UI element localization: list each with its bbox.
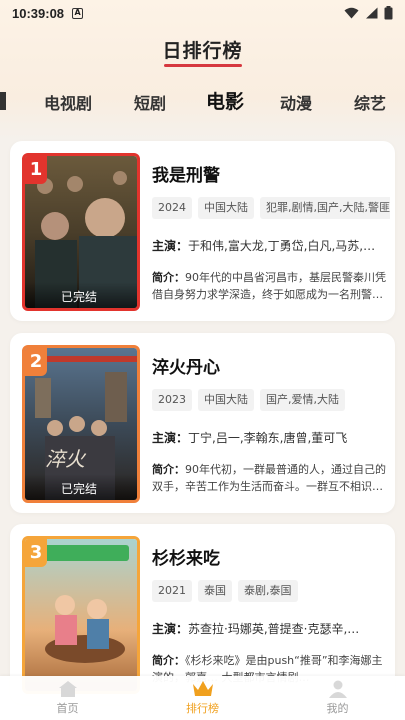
status-indicators <box>344 6 393 20</box>
nav-home[interactable]: 首页 <box>0 676 135 720</box>
item-title[interactable]: 我是刑警 <box>152 161 220 186</box>
rank-badge: 2 <box>25 348 47 376</box>
tag-list: 2021 泰国 泰剧,泰国 <box>152 580 390 602</box>
intro-value: 90年代的中昌省河昌市，基层民警秦川凭借自身努力求学深造，终于如愿成为一名刑警… <box>152 271 386 301</box>
status-badge: 已完结 <box>25 282 137 308</box>
actors: 主演：于和伟,富大龙,丁勇岱,白凡,马苏,… <box>152 237 384 254</box>
wifi-icon <box>344 7 359 19</box>
actors-label: 主演： <box>152 239 189 253</box>
intro-label: 简介： <box>152 654 185 667</box>
list-item[interactable]: 淬火 2 已完结 淬火丹心 2023 中国大陆 国产,爱情,大陆 主演：丁宁,吕… <box>10 333 395 513</box>
home-icon <box>58 681 77 697</box>
tag-year: 2023 <box>152 389 192 411</box>
tag-year: 2024 <box>152 197 192 219</box>
tag-list: 2024 中国大陆 犯罪,剧情,国产,大陆,警匪,悬疑 <box>152 197 390 219</box>
tag-genre: 犯罪,剧情,国产,大陆,警匪,悬疑 <box>260 197 390 219</box>
status-time: 10:39:08 <box>12 5 65 21</box>
intro: 简介：90年代初，一群最普通的人，通过自己的双手，辛苦工作为生活而奋斗。一群互不… <box>152 461 386 495</box>
actors-value: 丁宁,吕一,李翰东,唐曾,董可飞 <box>188 431 348 445</box>
status-badge: 已完结 <box>25 474 137 500</box>
tag-region: 中国大陆 <box>198 389 254 411</box>
svg-text:淬火: 淬火 <box>45 447 87 471</box>
nav-profile[interactable]: 我的 <box>270 676 405 720</box>
tab-scroll-indicator-icon <box>0 92 6 110</box>
tag-genre: 国产,爱情,大陆 <box>260 389 345 411</box>
battery-icon <box>384 6 393 20</box>
actors-label: 主演： <box>152 431 189 445</box>
nav-ranking[interactable]: 排行榜 <box>135 676 270 720</box>
tag-genre: 泰剧,泰国 <box>238 580 298 602</box>
tag-year: 2021 <box>152 580 192 602</box>
intro-label: 简介： <box>152 463 185 476</box>
status-bar: 10:39:08 A <box>0 0 405 26</box>
tab-variety[interactable]: 综艺 <box>354 90 386 114</box>
nav-home-label: 首页 <box>56 702 79 715</box>
intro-label: 简介： <box>152 271 185 284</box>
category-tabs: 电视剧 短剧 电影 动漫 综艺 <box>0 86 405 118</box>
signal-icon <box>366 7 378 19</box>
user-icon <box>328 680 347 698</box>
poster[interactable]: 3 <box>22 536 140 694</box>
tab-anime[interactable]: 动漫 <box>280 90 312 114</box>
actors-label: 主演： <box>152 622 189 636</box>
tab-movie-label: 电影 <box>206 91 245 113</box>
bottom-nav: 首页 排行榜 我的 <box>0 676 405 720</box>
item-title[interactable]: 淬火丹心 <box>152 353 220 378</box>
tab-short-drama[interactable]: 短剧 <box>134 90 166 114</box>
tag-list: 2023 中国大陆 国产,爱情,大陆 <box>152 389 390 411</box>
page-title: 日排行榜 <box>162 40 243 62</box>
rank-badge: 1 <box>25 156 47 184</box>
nav-profile-label: 我的 <box>326 702 349 715</box>
list-item[interactable]: 1 已完结 我是刑警 2024 中国大陆 犯罪,剧情,国产,大陆,警匪,悬疑 主… <box>10 141 395 321</box>
actors-value: 苏查拉·玛娜英,普提查·克瑟辛,… <box>188 622 360 636</box>
poster[interactable]: 淬火 2 已完结 <box>22 345 140 503</box>
tag-region: 泰国 <box>198 580 232 602</box>
intro-value: 90年代初，一群最普通的人，通过自己的双手，辛苦工作为生活而奋斗。一群互不相识… <box>152 463 386 493</box>
actors-value: 于和伟,富大龙,丁勇岱,白凡,马苏,… <box>188 239 376 253</box>
actors: 主演：丁宁,吕一,李翰东,唐曾,董可飞 <box>152 429 384 446</box>
item-title[interactable]: 杉杉来吃 <box>152 544 220 569</box>
rank-badge: 3 <box>25 539 47 567</box>
nav-ranking-label: 排行榜 <box>186 702 219 715</box>
actors: 主演：苏查拉·玛娜英,普提查·克瑟辛,… <box>152 620 384 637</box>
crown-icon <box>192 681 213 696</box>
tab-movie[interactable]: 电影 <box>206 87 245 114</box>
tag-region: 中国大陆 <box>198 197 254 219</box>
tab-tv-series[interactable]: 电视剧 <box>44 90 92 114</box>
title-underline <box>164 64 242 67</box>
notification-icon: A <box>72 7 84 19</box>
intro: 简介：90年代的中昌省河昌市，基层民警秦川凭借自身努力求学深造，终于如愿成为一名… <box>152 269 386 303</box>
poster[interactable]: 1 已完结 <box>22 153 140 311</box>
